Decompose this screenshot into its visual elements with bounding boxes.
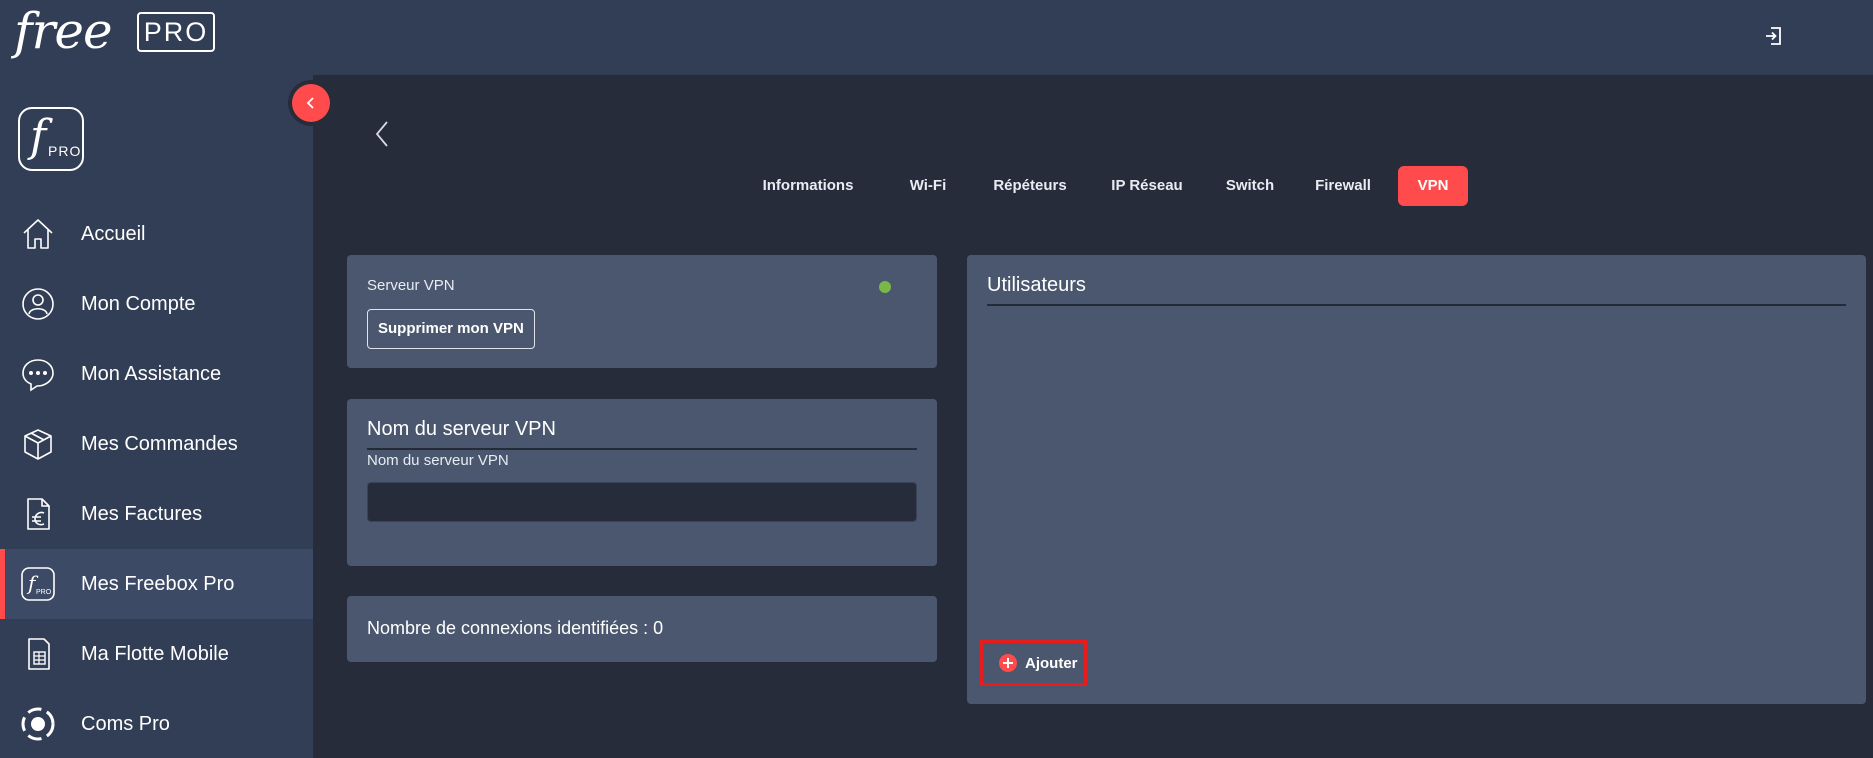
sidebar-item-label: Coms Pro xyxy=(81,713,170,735)
freebox-pro-icon: f PRO xyxy=(21,567,55,601)
invoice-euro-icon xyxy=(27,498,50,530)
user-icon xyxy=(22,288,54,320)
sidebar-item-label: Accueil xyxy=(81,223,146,245)
home-icon xyxy=(23,219,53,249)
sidebar-collapse-button[interactable] xyxy=(292,84,330,122)
chevron-left-icon xyxy=(306,97,314,109)
server-name-input[interactable] xyxy=(367,482,917,522)
logout-icon[interactable] xyxy=(1764,26,1784,46)
sidebar-item-label: Mes Factures xyxy=(81,503,203,525)
tab-informations[interactable]: Informations xyxy=(745,166,871,206)
title-divider xyxy=(987,304,1846,306)
sidebar-item-mon-compte[interactable]: Mon Compte xyxy=(0,269,313,339)
sidebar-item-mes-factures[interactable]: Mes Factures xyxy=(0,479,313,549)
sim-card-icon xyxy=(28,638,50,670)
sidebar-item-coms-pro[interactable]: Coms Pro xyxy=(0,689,313,758)
server-name-title: Nom du serveur VPN xyxy=(367,418,556,440)
back-chevron-icon[interactable] xyxy=(374,120,390,148)
server-name-card: Nom du serveur VPN Nom du serveur VPN xyxy=(347,399,937,566)
sidebar-item-mes-freebox-pro[interactable]: f PRO Mes Freebox Pro xyxy=(0,549,313,619)
tab-wifi[interactable]: Wi-Fi xyxy=(892,166,964,206)
coms-icon xyxy=(21,707,55,741)
connections-count: Nombre de connexions identifiées : 0 xyxy=(367,618,664,638)
sidebar-item-mes-commandes[interactable]: Mes Commandes xyxy=(0,409,313,479)
sidebar-item-accueil[interactable]: Accueil xyxy=(0,199,313,269)
tab-ip-reseau[interactable]: IP Réseau xyxy=(1096,166,1198,206)
sidebar-item-label: Mes Commandes xyxy=(81,433,238,455)
delete-vpn-button[interactable]: Supprimer mon VPN xyxy=(367,309,535,349)
add-user-label: Ajouter xyxy=(1025,654,1078,672)
logo-sub: PRO xyxy=(48,143,82,159)
tab-repeteurs[interactable]: Répéteurs xyxy=(979,166,1081,206)
plus-circle-icon xyxy=(999,654,1017,672)
sidebar-item-label: Mon Compte xyxy=(81,293,196,315)
svg-text:PRO: PRO xyxy=(36,589,52,596)
vpn-status-indicator xyxy=(879,281,891,293)
server-name-field-label: Nom du serveur VPN xyxy=(367,452,509,469)
sidebar-item-mon-assistance[interactable]: Mon Assistance xyxy=(0,339,313,409)
chat-icon xyxy=(22,359,54,392)
users-card: Utilisateurs xyxy=(967,255,1866,704)
tab-switch[interactable]: Switch xyxy=(1213,166,1287,206)
add-user-button[interactable]: Ajouter xyxy=(980,640,1087,686)
sidebar-item-label: Mon Assistance xyxy=(81,363,222,385)
vpn-server-label: Serveur VPN xyxy=(367,277,455,294)
logo-letter: f xyxy=(30,111,47,162)
tab-firewall[interactable]: Firewall xyxy=(1302,166,1384,206)
pro-logo-badge[interactable]: PRO xyxy=(137,12,215,52)
free-logo[interactable]: free xyxy=(14,2,113,60)
sidebar-item-label: Mes Freebox Pro xyxy=(81,573,235,595)
freebox-pro-logo[interactable]: f PRO xyxy=(18,107,84,171)
tab-vpn[interactable]: VPN xyxy=(1398,166,1468,206)
connections-card: Nombre de connexions identifiées : 0 xyxy=(347,596,937,662)
users-title: Utilisateurs xyxy=(987,274,1086,296)
sidebar-item-ma-flotte-mobile[interactable]: Ma Flotte Mobile xyxy=(0,619,313,689)
top-bar: free PRO xyxy=(0,0,1873,75)
title-divider xyxy=(367,448,917,450)
sidebar-item-label: Ma Flotte Mobile xyxy=(81,643,229,665)
vpn-server-card: Serveur VPN Supprimer mon VPN xyxy=(347,255,937,368)
box-icon xyxy=(24,429,52,460)
